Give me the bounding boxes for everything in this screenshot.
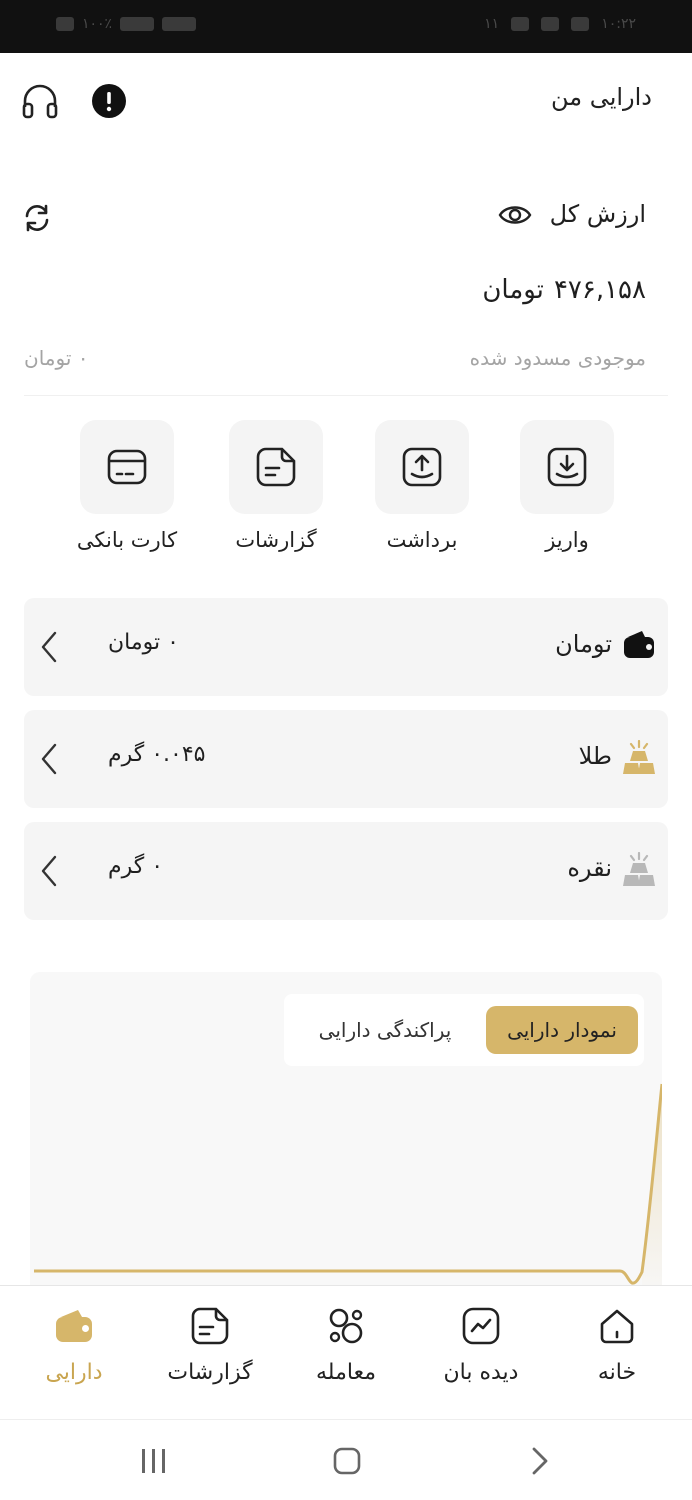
back-icon[interactable] bbox=[532, 1447, 548, 1475]
refresh-icon bbox=[25, 204, 49, 232]
chevron-left-icon bbox=[38, 854, 60, 892]
nav-reports-label: گزارشات bbox=[167, 1360, 253, 1385]
bottom-nav: خانه دیده بان معامله گزارشات دارایی bbox=[0, 1285, 692, 1420]
total-amount: ۴۷۶,۱۵۸ bbox=[553, 275, 646, 305]
reports-icon bbox=[256, 447, 296, 487]
refresh-button[interactable] bbox=[22, 203, 52, 237]
deposit-icon bbox=[547, 447, 587, 487]
asset-name: طلا bbox=[578, 742, 612, 770]
reports-tile bbox=[229, 420, 323, 514]
telegram-icon bbox=[541, 17, 560, 31]
withdraw-label: برداشت bbox=[386, 528, 458, 552]
deposit-tile bbox=[520, 420, 614, 514]
blocked-balance-label: موجودی مسدود شده bbox=[469, 346, 646, 370]
header: دارایی من bbox=[0, 53, 692, 153]
asset-amount: ۰ تومان bbox=[108, 630, 179, 655]
system-nav-bar bbox=[0, 1420, 692, 1500]
message-icon bbox=[571, 17, 590, 31]
nav-home-label: خانه bbox=[597, 1360, 637, 1385]
status-bar-right: ۱۱ ۱۰:۲۲ bbox=[484, 16, 636, 32]
wallet-icon bbox=[56, 1310, 92, 1342]
gold-bars-icon bbox=[622, 739, 656, 780]
watchlist-icon bbox=[462, 1307, 500, 1345]
chevron-left-icon bbox=[38, 742, 60, 780]
info-button[interactable] bbox=[92, 84, 126, 118]
alert-icon bbox=[92, 84, 126, 118]
bank-card-button[interactable]: کارت بانکی bbox=[62, 420, 192, 552]
eye-icon bbox=[498, 206, 532, 224]
tab-asset-distribution[interactable]: پراکندگی دارایی bbox=[290, 1006, 480, 1054]
status-bar: ۱۰۰٪ ۱۱ ۱۰:۲۲ bbox=[0, 0, 692, 53]
total-value-label: ارزش کل bbox=[549, 200, 646, 228]
gallery-icon bbox=[511, 17, 530, 31]
deposit-button[interactable]: واریز bbox=[502, 420, 632, 552]
headphones-icon bbox=[22, 84, 58, 119]
asset-row-toman[interactable]: تومان ۰ تومان bbox=[24, 598, 668, 696]
support-button[interactable] bbox=[20, 81, 60, 121]
asset-row-silver[interactable]: نقره ۰ گرم bbox=[24, 822, 668, 920]
asset-name: تومان bbox=[555, 630, 612, 658]
asset-chart-card: نمودار دارایی پراکندگی دارایی bbox=[30, 972, 662, 1302]
withdraw-tile bbox=[375, 420, 469, 514]
home-system-icon[interactable] bbox=[333, 1447, 361, 1475]
nav-watchlist-label: دیده بان bbox=[443, 1360, 519, 1385]
reports-label: گزارشات bbox=[235, 528, 317, 552]
chart-tab-switch: نمودار دارایی پراکندگی دارایی bbox=[284, 994, 644, 1066]
signal-icon-2 bbox=[162, 17, 197, 31]
reports-button[interactable]: گزارشات bbox=[211, 420, 341, 552]
withdraw-button[interactable]: برداشت bbox=[357, 420, 487, 552]
page-title: دارایی من bbox=[550, 83, 652, 111]
signal-icon bbox=[120, 17, 155, 31]
withdraw-icon bbox=[402, 447, 442, 487]
quick-actions: واریز برداشت گزارشات کارت بانکی bbox=[0, 420, 692, 570]
total-unit: تومان bbox=[482, 275, 544, 305]
nav-trade[interactable]: معامله bbox=[286, 1306, 406, 1385]
battery-icon bbox=[56, 17, 74, 31]
wallet-icon bbox=[622, 628, 656, 664]
deposit-label: واریز bbox=[545, 528, 589, 552]
chart-line bbox=[34, 1083, 662, 1285]
battery-level: ۱۰۰٪ bbox=[82, 16, 113, 32]
notification-count: ۱۱ bbox=[484, 16, 500, 32]
tab-asset-chart[interactable]: نمودار دارایی bbox=[486, 1006, 638, 1054]
nav-assets-label: دارایی bbox=[45, 1360, 103, 1385]
asset-row-gold[interactable]: طلا ۰.۰۴۵ گرم bbox=[24, 710, 668, 808]
nav-watchlist[interactable]: دیده بان bbox=[421, 1306, 541, 1385]
nav-assets[interactable]: دارایی bbox=[14, 1306, 134, 1385]
system-nav-buttons bbox=[142, 1447, 548, 1475]
bank-card-label: کارت بانکی bbox=[76, 528, 178, 552]
toggle-visibility-button[interactable] bbox=[498, 202, 532, 232]
nav-reports[interactable]: گزارشات bbox=[150, 1306, 270, 1385]
bank-card-tile bbox=[80, 420, 174, 514]
blocked-balance-value: ۰ تومان bbox=[24, 346, 89, 370]
chevron-left-icon bbox=[38, 630, 60, 668]
nav-home[interactable]: خانه bbox=[557, 1306, 677, 1385]
clock: ۱۰:۲۲ bbox=[601, 16, 636, 32]
silver-bars-icon bbox=[622, 851, 656, 892]
divider bbox=[24, 395, 668, 396]
bank-card-icon bbox=[107, 449, 147, 485]
asset-amount: ۰.۰۴۵ گرم bbox=[108, 742, 206, 767]
recent-apps-icon[interactable] bbox=[142, 1449, 165, 1473]
trade-icon bbox=[329, 1308, 363, 1344]
status-bar-left: ۱۰۰٪ bbox=[56, 16, 197, 32]
total-value: ۴۷۶,۱۵۸ تومان bbox=[482, 275, 646, 305]
asset-name: نقره bbox=[567, 854, 612, 882]
home-icon bbox=[600, 1309, 634, 1344]
nav-trade-label: معامله bbox=[316, 1360, 376, 1385]
reports-icon bbox=[191, 1307, 229, 1345]
asset-amount: ۰ گرم bbox=[108, 854, 164, 879]
